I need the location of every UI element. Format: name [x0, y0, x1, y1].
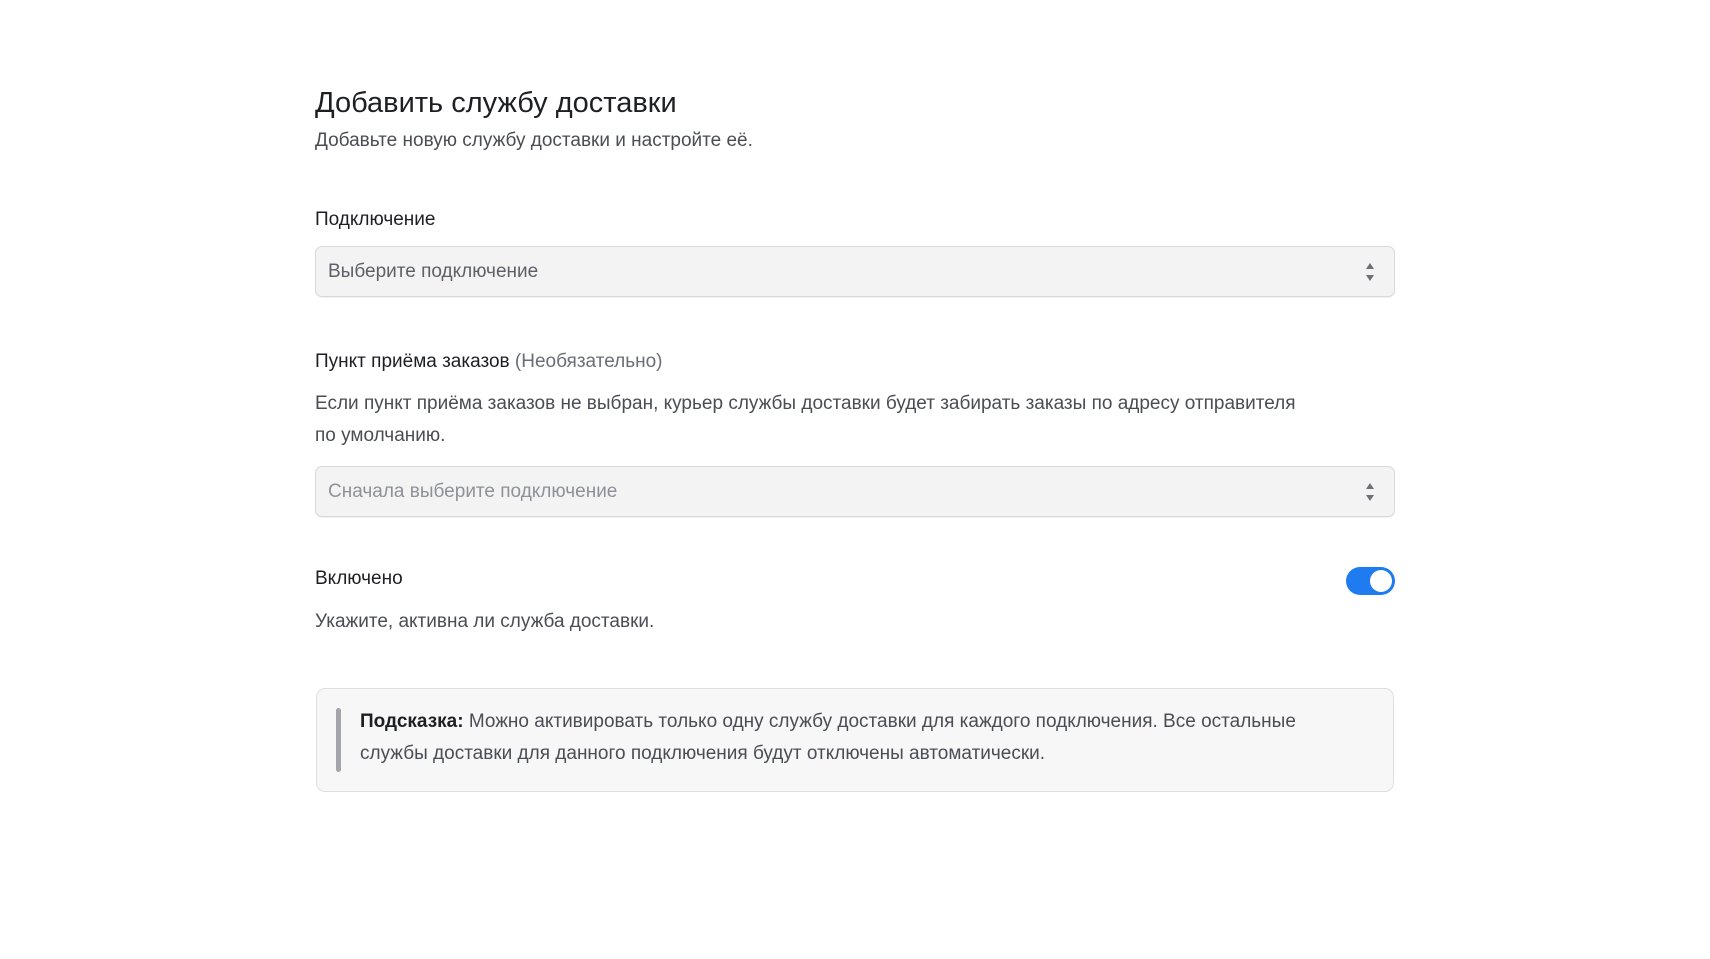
- page-title: Добавить службу доставки: [315, 87, 677, 119]
- enabled-description: Укажите, активна ли служба доставки.: [315, 611, 655, 632]
- hint-body: Можно активировать только одну службу до…: [360, 711, 1296, 764]
- pickup-point-label-text: Пункт приёма заказов: [315, 351, 510, 372]
- pickup-point-select-value: Сначала выберите подключение: [328, 481, 618, 502]
- enabled-toggle[interactable]: [1346, 567, 1395, 595]
- pickup-point-section: Пункт приёма заказов (Необязательно) Есл…: [315, 350, 1395, 517]
- updown-chevron-icon: [1366, 483, 1374, 501]
- connection-label: Подключение: [315, 209, 436, 230]
- page-subtitle: Добавьте новую службу доставки и настрой…: [315, 130, 753, 151]
- page: Добавить службу доставки Добавьте новую …: [0, 0, 1710, 959]
- connection-select[interactable]: Выберите подключение: [315, 246, 1395, 297]
- pickup-point-select[interactable]: Сначала выберите подключение: [315, 466, 1395, 517]
- hint-callout: Подсказка: Можно активировать только одн…: [316, 688, 1394, 792]
- hint-label: Подсказка:: [360, 711, 464, 732]
- pickup-point-label: Пункт приёма заказов (Необязательно): [315, 350, 1395, 374]
- connection-select-value: Выберите подключение: [328, 261, 539, 282]
- hint-text: Подсказка: Можно активировать только одн…: [360, 706, 1360, 770]
- optional-label: (Необязательно): [514, 351, 663, 372]
- enabled-label: Включено: [315, 568, 403, 589]
- updown-chevron-icon: [1366, 263, 1374, 281]
- pickup-point-help: Если пункт приёма заказов не выбран, кур…: [315, 393, 1296, 446]
- hint-accent-bar: [336, 708, 341, 772]
- form-container: Добавить службу доставки Добавьте новую …: [315, 85, 1395, 792]
- toggle-knob: [1370, 570, 1392, 592]
- connection-section: Подключение Выберите подключение: [315, 208, 1395, 297]
- enabled-section: Включено Укажите, активна ли служба дост…: [315, 567, 1395, 634]
